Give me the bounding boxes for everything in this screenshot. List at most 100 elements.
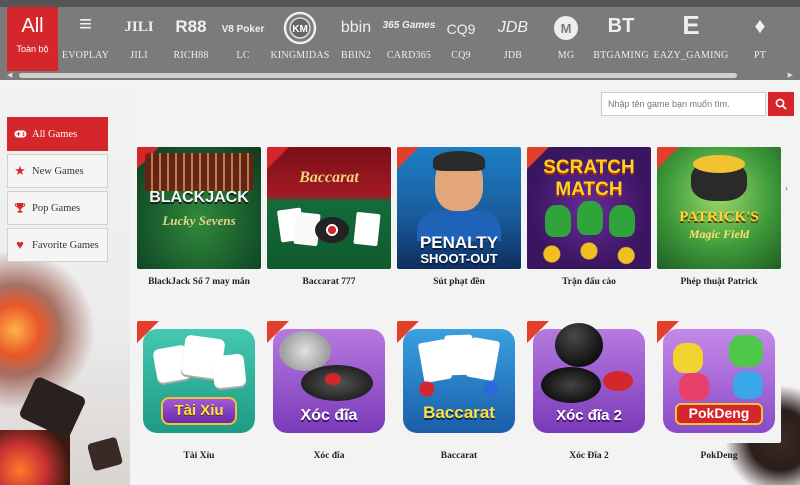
hot-badge <box>137 321 159 343</box>
background-lava <box>0 430 70 485</box>
provider-bar: All Toàn bộ ≡ EVOPLAY JILI JILI R88 RICH… <box>0 0 800 80</box>
game-title: Phép thuật Patrick <box>680 277 758 287</box>
game-thumbnail[interactable]: Baccarat <box>397 321 521 443</box>
game-card-xoc-dia[interactable]: Xóc đĩa Xóc đĩa <box>267 321 391 461</box>
game-art-title: PokDeng <box>688 405 750 421</box>
game-art-title: Xóc đĩa <box>300 407 358 424</box>
provider-bbin2[interactable]: bbin BBIN2 <box>331 7 381 71</box>
provider-evoplay[interactable]: ≡ EVOPLAY <box>58 7 113 71</box>
sidebar-item-new-games[interactable]: ★ New Games <box>7 154 108 188</box>
category-sidebar: All Games ★ New Games Pop Games ♥ Favori… <box>7 117 108 265</box>
trophy-icon <box>13 201 27 215</box>
sidebar-item-pop-games[interactable]: Pop Games <box>7 191 108 225</box>
provider-scrollbar[interactable]: ◀ ▶ <box>7 71 793 79</box>
provider-all-sub: Toàn bộ <box>16 44 49 54</box>
game-art-subtitle: Lucky Sevens <box>162 213 236 228</box>
provider-all-label: All <box>21 15 44 37</box>
card365-logo-icon: 365 Games <box>382 20 436 31</box>
provider-pt[interactable]: ♦ PT <box>731 7 789 71</box>
game-title: Xóc Đĩa 2 <box>569 451 609 461</box>
grid-arrow-right-icon[interactable]: › <box>785 183 788 193</box>
game-thumbnail[interactable]: PATRICK'S Magic Field <box>657 147 781 269</box>
sidebar-item-label: Favorite Games <box>32 239 99 251</box>
svg-text:M: M <box>561 21 572 36</box>
game-card-scratch-match[interactable]: SCRATCH MATCH Trận đấu cào <box>527 147 651 287</box>
game-title: Baccarat 777 <box>302 277 356 287</box>
game-thumbnail[interactable]: Baccarat <box>267 147 391 269</box>
provider-jdb[interactable]: JDB JDB <box>485 7 541 71</box>
game-art-title: BLACKJACK <box>149 189 249 206</box>
provider-kingmidas[interactable]: KM KINGMIDAS <box>269 7 331 71</box>
provider-list: ≡ EVOPLAY JILI JILI R88 RICH88 V8 Poker … <box>58 7 789 71</box>
provider-mg[interactable]: M MG <box>541 7 591 71</box>
provider-card365[interactable]: 365 Games CARD365 <box>381 7 437 71</box>
provider-name: CQ9 <box>451 50 471 61</box>
top-strip <box>0 0 800 7</box>
sidebar-item-label: All Games <box>32 128 78 140</box>
scroll-left-icon[interactable]: ◀ <box>7 71 12 79</box>
game-thumbnail[interactable]: PokDeng <box>657 321 781 443</box>
hot-badge <box>397 321 419 343</box>
search-input[interactable] <box>601 92 766 116</box>
game-art-title: PENALTY <box>419 233 499 252</box>
lc-logo-icon: V8 Poker <box>221 24 265 35</box>
game-title: Baccarat <box>440 451 478 461</box>
provider-name: JDB <box>503 50 523 61</box>
scroll-right-icon[interactable]: ▶ <box>788 71 793 79</box>
sidebar-item-all-games[interactable]: All Games <box>7 117 108 151</box>
game-art-title: PATRICK'S <box>679 209 759 225</box>
provider-rich88[interactable]: R88 RICH88 <box>165 7 217 71</box>
game-art-title: SCRATCH <box>543 157 635 178</box>
provider-lc[interactable]: V8 Poker LC <box>217 7 269 71</box>
evoplay-logo-icon: ≡ <box>79 11 92 36</box>
game-search <box>601 92 794 116</box>
game-art-subtitle: MATCH <box>555 179 623 200</box>
provider-name: LC <box>236 50 250 61</box>
search-button[interactable] <box>768 92 794 116</box>
provider-name: MG <box>557 50 575 61</box>
game-card-penalty-shootout[interactable]: PENALTY SHOOT-OUT Sút phạt đền <box>397 147 521 287</box>
provider-name: CARD365 <box>386 50 432 61</box>
provider-cq9[interactable]: CQ9 CQ9 <box>437 7 485 71</box>
game-title: Xóc đĩa <box>313 451 345 461</box>
hot-badge <box>397 147 419 169</box>
game-thumbnail[interactable]: Xóc đĩa <box>267 321 391 443</box>
game-thumbnail[interactable]: Tài Xỉu <box>137 321 261 443</box>
game-card-xoc-dia-2[interactable]: Xóc đĩa 2 Xóc Đĩa 2 <box>527 321 651 461</box>
btgaming-logo-icon: BT <box>607 15 635 37</box>
eazy-gaming-logo-icon: E <box>682 10 700 40</box>
sidebar-item-favorite-games[interactable]: ♥ Favorite Games <box>7 228 108 262</box>
provider-name: EVOPLAY <box>61 50 110 61</box>
provider-name: JILI <box>130 50 148 61</box>
game-title: Tài Xỉu <box>183 451 215 461</box>
game-title: Trận đấu cào <box>562 277 616 287</box>
game-art-subtitle: SHOOT-OUT <box>420 251 498 266</box>
scroll-thumb[interactable] <box>19 73 737 78</box>
game-card-tai-xiu[interactable]: Tài Xỉu Tài Xỉu <box>137 321 261 461</box>
game-card-baccarat-777[interactable]: Baccarat Baccarat 777 <box>267 147 391 287</box>
provider-all-tab[interactable]: All Toàn bộ <box>7 7 58 71</box>
provider-eazy-gaming[interactable]: E EAZY_GAMING <box>651 7 731 71</box>
provider-name: BTGAMING <box>593 50 649 61</box>
game-thumbnail[interactable]: SCRATCH MATCH <box>527 147 651 269</box>
game-card-patricks-magic-field[interactable]: PATRICK'S Magic Field Phép thuật Patrick <box>657 147 781 287</box>
provider-btgaming[interactable]: BT BTGAMING <box>591 7 651 71</box>
provider-name: RICH88 <box>173 50 209 61</box>
game-thumbnail[interactable]: PENALTY SHOOT-OUT <box>397 147 521 269</box>
game-card-pokdeng[interactable]: PokDeng PokDeng <box>657 321 781 461</box>
jdb-logo-icon: JDB <box>497 19 529 36</box>
game-thumbnail[interactable]: BLACKJACK Lucky Sevens <box>137 147 261 269</box>
provider-name: PT <box>753 50 767 61</box>
game-thumbnail[interactable]: Xóc đĩa 2 <box>527 321 651 443</box>
hot-badge <box>657 321 679 343</box>
provider-name: EAZY_GAMING <box>653 50 729 61</box>
game-card-blackjack-lucky-sevens[interactable]: BLACKJACK Lucky Sevens BlackJack Số 7 ma… <box>137 147 261 287</box>
gamepad-icon <box>13 127 27 141</box>
new-badge <box>267 147 289 169</box>
game-art-subtitle: Magic Field <box>688 227 750 241</box>
pt-logo-icon: ♦ <box>754 13 766 38</box>
hot-badge <box>527 321 549 343</box>
bbin-logo-icon: bbin <box>340 19 372 36</box>
game-card-baccarat[interactable]: Baccarat Baccarat <box>397 321 521 461</box>
provider-jili[interactable]: JILI JILI <box>113 7 165 71</box>
